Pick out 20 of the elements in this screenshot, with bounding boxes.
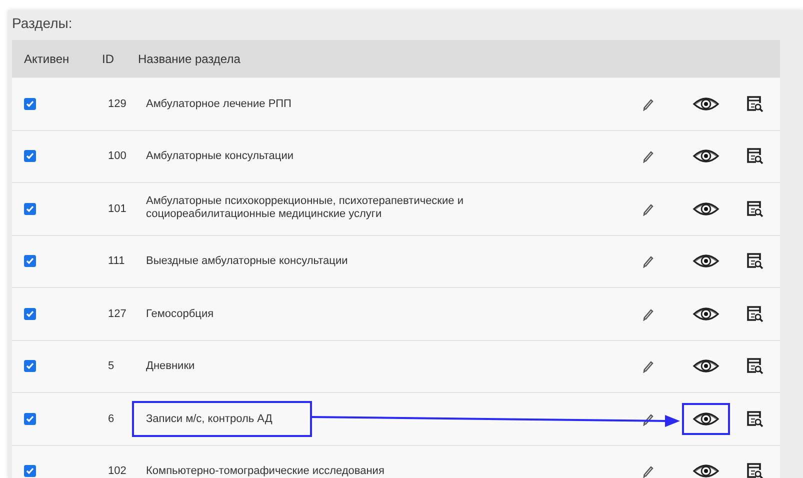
section-title: Разделы:	[12, 14, 72, 33]
section-name: Выездные амбулаторные консультации	[146, 255, 348, 268]
section-name: Амбулаторные консультации	[146, 150, 294, 163]
column-header: Название раздела	[137, 50, 240, 68]
section-name: Амбулаторное лечение РПП	[146, 98, 292, 110]
section-name: Амбулаторные психокоррекционные, психотерапевтические и социореабилитационные медицинские услуги	[146, 195, 464, 221]
id-cell: 6	[108, 412, 114, 424]
section-name: Дневники	[146, 360, 195, 373]
id-cell: 129	[108, 98, 126, 110]
column-header: Активен	[23, 50, 70, 68]
id-cell: 127	[108, 308, 126, 320]
id-cell: 100	[108, 150, 126, 162]
section-name: Гемосорбция	[146, 308, 214, 320]
id-cell: 5	[108, 360, 114, 372]
id-cell: 111	[108, 255, 125, 267]
column-header: ID	[101, 50, 115, 68]
id-cell: 101	[108, 202, 126, 214]
id-cell: 102	[108, 465, 126, 477]
section-name: Записи м/с, контроль АД	[132, 400, 312, 437]
section-name: Компьютерно-томографические исследования	[146, 465, 384, 478]
